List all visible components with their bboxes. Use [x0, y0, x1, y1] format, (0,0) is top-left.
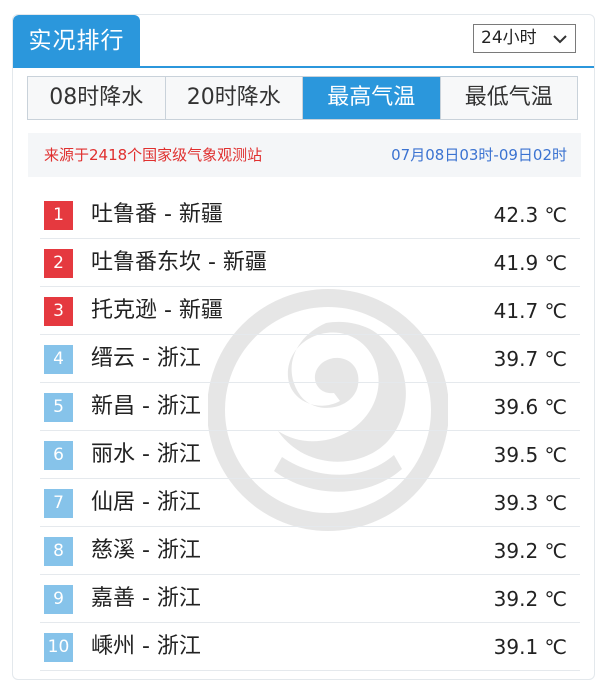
ranking-row[interactable]: 2 吐鲁番东坎 - 新疆 41.9 ℃ [40, 239, 580, 287]
temperature-value: 39.5 ℃ [493, 443, 567, 467]
tab-min-temperature[interactable]: 最低气温 [440, 77, 577, 119]
temperature-value: 39.1 ℃ [493, 635, 567, 659]
rank-badge: 10 [44, 633, 73, 662]
chevron-down-icon [553, 35, 567, 44]
ranking-row[interactable]: 1 吐鲁番 - 新疆 42.3 ℃ [40, 191, 580, 239]
temperature-value: 42.3 ℃ [493, 203, 567, 227]
rank-badge: 5 [44, 393, 73, 422]
station-name: 仙居 - 浙江 [91, 490, 201, 515]
ranking-row[interactable]: 4 缙云 - 浙江 39.7 ℃ [40, 335, 580, 383]
rank-badge: 3 [44, 297, 73, 326]
tab-max-temperature[interactable]: 最高气温 [303, 77, 441, 119]
temperature-value: 39.2 ℃ [493, 539, 567, 563]
temperature-value: 39.7 ℃ [493, 347, 567, 371]
time-range-text: 07月08日03时-09日02时 [391, 146, 567, 164]
station-name: 嘉善 - 浙江 [91, 586, 201, 611]
rank-badge: 1 [44, 201, 73, 230]
rank-badge: 2 [44, 249, 73, 278]
ranking-row[interactable]: 3 托克逊 - 新疆 41.7 ℃ [40, 287, 580, 335]
temperature-value: 39.2 ℃ [493, 587, 567, 611]
temperature-value: 39.6 ℃ [493, 395, 567, 419]
station-name: 托克逊 - 新疆 [91, 298, 223, 323]
station-name: 吐鲁番东坎 - 新疆 [91, 250, 267, 275]
temperature-value: 39.3 ℃ [493, 491, 567, 515]
period-select[interactable]: 24小时 [473, 24, 576, 53]
ranking-list: 1 吐鲁番 - 新疆 42.3 ℃ 2 吐鲁番东坎 - 新疆 41.9 ℃ 3 … [40, 191, 580, 671]
rank-badge: 8 [44, 537, 73, 566]
info-bar: 来源于2418个国家级气象观测站 07月08日03时-09日02时 [28, 133, 581, 177]
ranking-row[interactable]: 5 新昌 - 浙江 39.6 ℃ [40, 383, 580, 431]
category-tabs: 08时降水 20时降水 最高气温 最低气温 [27, 76, 578, 120]
rank-badge: 6 [44, 441, 73, 470]
station-name: 新昌 - 浙江 [91, 394, 201, 419]
ranking-row[interactable]: 9 嘉善 - 浙江 39.2 ℃ [40, 575, 580, 623]
period-select-value: 24小时 [481, 28, 537, 48]
tab-20-precipitation[interactable]: 20时降水 [165, 77, 303, 119]
ranking-row[interactable]: 10 嵊州 - 浙江 39.1 ℃ [40, 623, 580, 671]
temperature-value: 41.7 ℃ [493, 299, 567, 323]
station-name: 嵊州 - 浙江 [91, 634, 201, 659]
card-title-tab: 实况排行 [13, 15, 140, 67]
station-name: 吐鲁番 - 新疆 [91, 202, 223, 227]
ranking-card: 实况排行 24小时 08时降水 20时降水 最高气温 最低气温 来源于2418个… [12, 14, 595, 680]
rank-badge: 4 [44, 345, 73, 374]
tab-08-precipitation[interactable]: 08时降水 [28, 77, 166, 119]
station-name: 缙云 - 浙江 [91, 346, 201, 371]
rank-badge: 7 [44, 489, 73, 518]
ranking-row[interactable]: 8 慈溪 - 浙江 39.2 ℃ [40, 527, 580, 575]
temperature-value: 41.9 ℃ [493, 251, 567, 275]
rank-badge: 9 [44, 585, 73, 614]
header-divider [13, 66, 594, 68]
ranking-row[interactable]: 7 仙居 - 浙江 39.3 ℃ [40, 479, 580, 527]
station-name: 慈溪 - 浙江 [91, 538, 201, 563]
ranking-row[interactable]: 6 丽水 - 浙江 39.5 ℃ [40, 431, 580, 479]
data-source-text: 来源于2418个国家级气象观测站 [44, 146, 263, 164]
station-name: 丽水 - 浙江 [91, 442, 201, 467]
